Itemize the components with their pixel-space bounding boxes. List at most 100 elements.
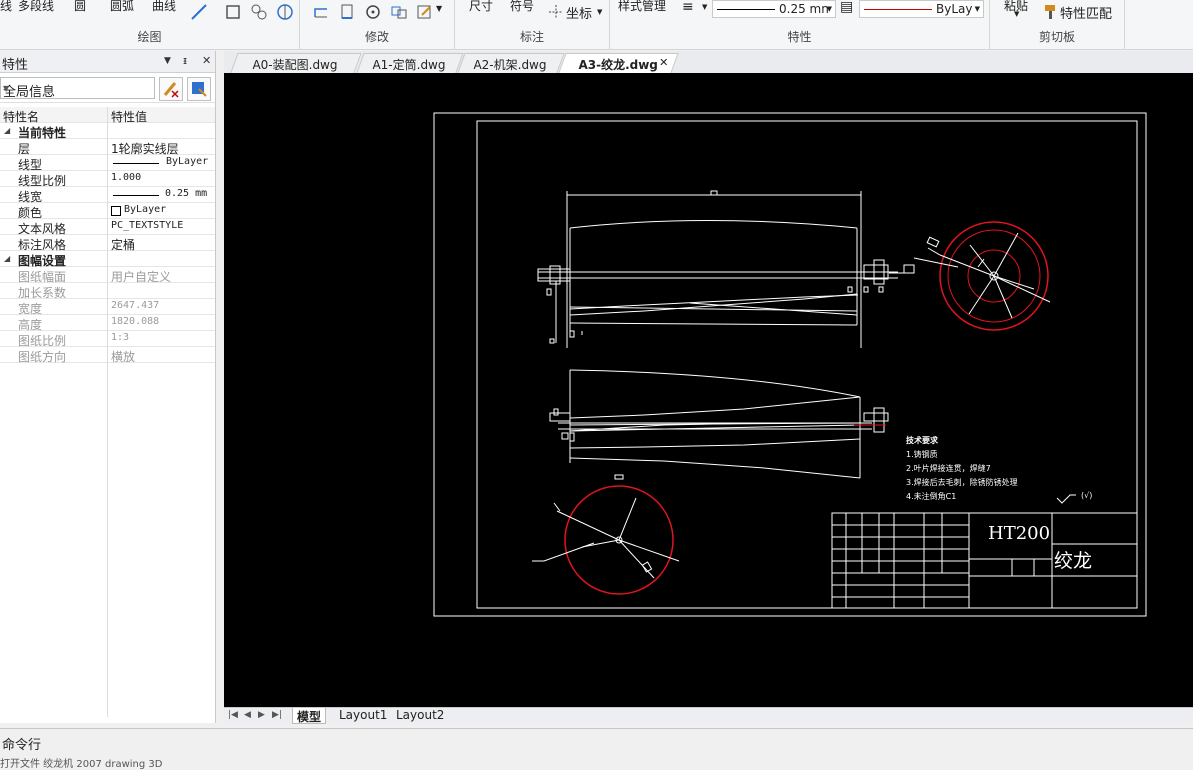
drawing-canvas[interactable]: 技术要求 1.铸钢质 2.叶片焊接连贯，焊缝7 3.焊接后去毛刺，除锈防锈处理 … <box>224 73 1193 707</box>
ribbon-group-draw: 线 多段线 圆 圆弧 曲线 绘图 <box>0 0 300 50</box>
circle-button[interactable]: 圆 <box>74 0 86 14</box>
title-block-text: HT200 绞龙 <box>988 523 1092 572</box>
property-grid-divider[interactable] <box>107 107 108 717</box>
move-icon[interactable] <box>312 3 330 21</box>
property-value[interactable]: 1.000 <box>111 172 141 183</box>
property-value[interactable]: PC_TEXTSTYLE <box>111 220 183 231</box>
coordinate-dropdown-icon[interactable]: ▼ <box>597 8 602 16</box>
tab-a1[interactable]: A1-定筒.dwg <box>356 53 464 73</box>
symbol-button[interactable]: 符号 <box>510 0 534 14</box>
layout-tabs-bar: |◀ ◀ ▶ ▶| 模型 Layout1 Layout2 <box>224 707 1193 724</box>
tab-a0[interactable]: A0-装配图.dwg <box>230 53 362 73</box>
next-layout-icon[interactable]: ▶ <box>258 710 265 720</box>
tech-notes: 技术要求 1.铸钢质 2.叶片焊接连贯，焊缝7 3.焊接后去毛刺，除锈防锈处理 … <box>906 435 1092 501</box>
pickadd-icon <box>163 82 179 98</box>
property-name: 图纸方向 <box>18 350 67 364</box>
collapse-category-icon[interactable]: ◢ <box>4 126 10 135</box>
property-value[interactable]: 0.25 mm <box>165 188 207 199</box>
property-value: 1820.088 <box>111 316 160 327</box>
quick-select-button[interactable] <box>187 77 211 101</box>
command-line-text: 打开文件 绞龙机 2007 drawing 3D <box>0 759 163 770</box>
first-layout-icon[interactable]: |◀ <box>228 710 238 720</box>
linetype-dropdown-icon[interactable]: ▼ <box>702 3 707 11</box>
ribbon-group-annotate: 尺寸 符号 坐标 ▼ 标注 <box>455 0 610 50</box>
paste-dropdown-icon[interactable]: ▼ <box>1014 10 1019 18</box>
screw-side-view <box>549 369 889 479</box>
match-properties-icon[interactable] <box>1042 3 1060 21</box>
command-line-panel: 命令行 打开文件 绞龙机 2007 drawing 3D <box>0 728 1193 770</box>
color-sample-icon <box>864 9 932 10</box>
quick-select-icon <box>192 82 207 97</box>
coordinate-button[interactable]: 坐标 <box>566 3 592 22</box>
property-value: 横放 <box>111 350 136 364</box>
mirror-icon[interactable] <box>390 3 408 21</box>
pin-icon[interactable]: ᵻ <box>183 54 187 67</box>
left-section-view <box>532 474 680 595</box>
right-section-view <box>913 221 1051 331</box>
collapse-category-icon[interactable]: ◢ <box>4 254 10 263</box>
selection-dropdown-arrow-icon: ▼ <box>3 84 10 93</box>
draw-group-label: 绘图 <box>137 30 162 44</box>
color-value: ByLay <box>936 2 973 16</box>
screw-top-view <box>537 190 915 348</box>
tab-layout2[interactable]: Layout2 <box>392 708 448 724</box>
line-sample-icon <box>113 163 159 164</box>
edit-icon[interactable] <box>416 3 434 21</box>
arc-button[interactable]: 圆弧 <box>110 0 134 14</box>
copy-icon[interactable] <box>338 3 356 21</box>
tab-a2[interactable]: A2-机架.dwg <box>457 53 565 73</box>
cad-drawing: 技术要求 1.铸钢质 2.叶片焊接连贯，焊缝7 3.焊接后去毛刺，除锈防锈处理 … <box>433 112 1147 617</box>
roughness-symbol: (√) <box>1081 491 1092 500</box>
region-tool-icon[interactable] <box>276 3 294 21</box>
line-button[interactable]: 线 <box>0 0 12 14</box>
close-panel-icon[interactable]: ✕ <box>202 54 211 67</box>
command-line-title: 命令行 <box>2 738 42 753</box>
rotate-icon[interactable] <box>364 3 382 21</box>
rectangle-tool-icon[interactable] <box>224 3 242 21</box>
properties-panel-header: 特性 ▼ ᵻ ✕ <box>0 51 215 73</box>
clipboard-group-label: 剪切板 <box>1038 30 1075 44</box>
ribbon-group-properties: 样式管理 ≡ ▼ 0.25 mn ▼ ▤ ByLay ▼ 特性 <box>610 0 990 50</box>
match-properties-button[interactable]: 特性匹配 <box>1060 3 1112 22</box>
line-sample-icon <box>113 195 159 196</box>
hatch-list-icon[interactable]: ▤ <box>840 0 853 15</box>
annotate-group-label: 标注 <box>519 30 544 44</box>
property-value[interactable]: ByLayer <box>124 204 166 215</box>
line-tool-icon[interactable] <box>190 3 208 21</box>
curve-button[interactable]: 曲线 <box>152 0 176 14</box>
part-name-label: 绞龙 <box>1054 550 1092 572</box>
edit-dropdown-icon[interactable]: ▼ <box>436 4 442 13</box>
style-manager-button[interactable]: 样式管理 <box>618 0 666 14</box>
last-layout-icon[interactable]: ▶| <box>272 710 282 720</box>
coordinate-icon[interactable] <box>547 3 565 21</box>
tech-notes-title: 技术要求 <box>906 435 939 445</box>
property-value: 2647.437 <box>111 300 160 311</box>
dimension-button[interactable]: 尺寸 <box>469 0 493 14</box>
properties-group-label: 特性 <box>787 30 812 44</box>
property-value: 1:3 <box>111 332 130 343</box>
selection-row: 全局信息 ▼ <box>0 73 215 103</box>
selection-dropdown[interactable]: 全局信息 ▼ <box>0 77 155 100</box>
tab-model[interactable]: 模型 <box>292 708 327 724</box>
lineweight-sample-icon <box>717 9 775 10</box>
hatch-tool-icon[interactable] <box>250 3 268 21</box>
lineweight-dropdown[interactable]: 0.25 mn ▼ <box>712 0 836 18</box>
linetype-list-icon[interactable]: ≡ <box>682 0 694 15</box>
close-tab-icon[interactable]: ✕ <box>659 56 668 69</box>
prev-layout-icon[interactable]: ◀ <box>244 710 251 720</box>
color-swatch-icon <box>111 206 121 216</box>
lineweight-dropdown-arrow-icon: ▼ <box>826 5 832 13</box>
polyline-button[interactable]: 多段线 <box>18 0 54 14</box>
color-dropdown[interactable]: ByLay ▼ <box>859 0 984 18</box>
tab-a3[interactable]: A3-绞龙.dwg ✕ <box>558 53 679 73</box>
toggle-pickadd-button[interactable] <box>159 77 183 101</box>
modify-group-label: 修改 <box>364 30 389 44</box>
properties-panel: 特性 ▼ ᵻ ✕ 全局信息 ▼ 特性名 特性值 ◢ 当前特性层 1轮廓实线层 线型 By… <box>0 51 216 723</box>
ribbon: 线 多段线 圆 圆弧 曲线 绘图 ▼ 修改 尺寸 符号 坐标 ▼ 标注 样式管理… <box>0 0 1193 50</box>
tech-note-1: 1.铸钢质 <box>906 449 938 459</box>
tech-note-4: 4.未注倒角C1 <box>906 491 956 501</box>
panel-menu-icon[interactable]: ▼ <box>164 56 171 66</box>
lineweight-value: 0.25 mn <box>779 2 829 16</box>
tab-layout1[interactable]: Layout1 <box>335 708 391 724</box>
property-value[interactable]: ByLayer <box>166 156 208 167</box>
